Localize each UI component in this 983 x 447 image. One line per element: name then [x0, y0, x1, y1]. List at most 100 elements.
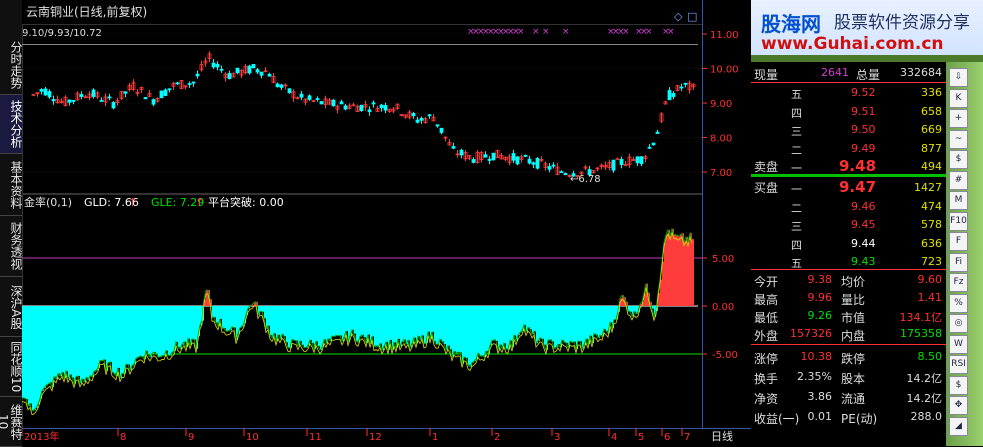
candle-down [563, 173, 568, 175]
toolbar-button-10[interactable]: Fi [949, 252, 968, 272]
toolbar-button-3[interactable]: + [949, 109, 968, 128]
indicator-bar-down [340, 306, 342, 336]
candle-down [227, 73, 232, 80]
indicator-bar-down [376, 306, 378, 346]
indicator-bar-down [98, 306, 100, 368]
indicator-bar-down [432, 306, 434, 332]
indicator-bar-up [672, 228, 674, 306]
toolbar-button-14[interactable]: W [949, 334, 968, 354]
candle-down [359, 104, 364, 111]
banner-strip [751, 55, 983, 62]
candle-down [43, 88, 48, 96]
indicator-bar-down [400, 306, 402, 346]
indicator-bar-down [332, 306, 334, 337]
banner-slogan: 股票软件资源分享 [834, 13, 970, 33]
indicator-bar-down [134, 306, 136, 365]
indicator-bar-down [496, 306, 498, 341]
candle-down [487, 158, 492, 161]
toolbar-button-13[interactable]: ◎ [949, 314, 968, 333]
indicator-bar-down [74, 306, 76, 384]
indicator-bar-down [372, 306, 374, 337]
toolbar-button-17[interactable]: ✥ [949, 396, 968, 415]
candle-down [367, 109, 372, 112]
indicator-bar-down [484, 306, 486, 357]
candle-down [419, 117, 424, 121]
candle-down [639, 156, 644, 165]
toolbar-button-8[interactable]: F10 [949, 211, 968, 231]
site-banner[interactable]: 股海网 股票软件资源分享 www.Guhai.com.cn [751, 0, 983, 62]
indicator-bar-down [88, 306, 90, 380]
x-axis-label: 9 [188, 432, 194, 443]
info-value: 2.35% [797, 370, 832, 383]
indicator-bar-up [668, 229, 670, 306]
info-row: 换手 2.35% 股本 14.2亿 [751, 368, 946, 386]
indicator-bar-up [670, 235, 672, 306]
stat-value: 9.60 [917, 273, 943, 286]
left-tab-7[interactable]: 维赛特10 [0, 398, 22, 447]
candle-down [379, 104, 384, 109]
indicator-bar-down [402, 306, 404, 342]
indicator-bar-down [306, 306, 308, 348]
left-tab-3[interactable]: 基本资料 [0, 155, 22, 216]
indicator-bar-down [478, 306, 480, 354]
left-tab-2[interactable]: 技术分析 [0, 95, 22, 154]
diamond-icon[interactable]: ◇ [674, 10, 683, 23]
candle-down [279, 84, 284, 88]
indicator-bar-down [594, 306, 596, 334]
maximize-icon[interactable]: □ [687, 10, 697, 23]
left-tab-6[interactable]: 同花顺10 [0, 338, 22, 397]
indicator-bar-down [148, 306, 150, 355]
price-axis-label: 9.00 [710, 99, 732, 110]
indicator-bar-down [146, 306, 148, 351]
sell-row: 一 9.48 494 [751, 157, 946, 175]
indicator-bar-down [456, 306, 458, 354]
toolbar-button-6[interactable]: # [949, 170, 968, 190]
toolbar-button-15[interactable]: RSI [949, 355, 968, 374]
toolbar-button-9[interactable]: F [949, 232, 968, 251]
indicator-bar-down [32, 306, 34, 411]
candle-down [47, 91, 52, 98]
toolbar-button-12[interactable]: % [949, 293, 968, 313]
info-label: 股本 [841, 372, 866, 386]
indicator-bar-down [450, 306, 452, 350]
chart-area[interactable]: 云南铜业(日线,前复权) 9.10/9.93/10.72 ◇ □ 11.0010… [22, 0, 751, 446]
toolbar-button-11[interactable]: Fz [949, 273, 968, 292]
indicator-bar-down [116, 306, 118, 376]
indicator-bar-down [574, 306, 576, 342]
toolbar-button-5[interactable]: $ [949, 150, 968, 169]
candle-down [619, 158, 624, 166]
price-axis-label: 8.00 [710, 134, 732, 145]
indicator-bar-down [462, 306, 464, 364]
indicator-bar-down [162, 306, 164, 356]
indicator-bar-down [534, 306, 536, 332]
spread-bar [751, 174, 946, 177]
x-axis-label: 4 [611, 432, 617, 443]
indicator-bar-down [406, 306, 408, 344]
indicator-bar-down [476, 306, 478, 360]
toolbar-button-2[interactable]: K [949, 88, 968, 108]
left-tab-1[interactable]: 分时走势 [0, 36, 22, 95]
indicator-bar-up [692, 239, 694, 306]
toolbar-button-16[interactable]: $ [949, 375, 968, 395]
toolbar-button-4[interactable]: ~ [949, 129, 968, 149]
indicator-axis-label: 5.00 [712, 254, 734, 265]
indicator-bar-down [154, 306, 156, 352]
left-tab-4[interactable]: 财务透视 [0, 216, 22, 277]
candle-down [371, 102, 376, 105]
indicator-bar-down [104, 306, 106, 360]
x-axis-label: 7 [684, 432, 690, 443]
toolbar-button-1[interactable]: ⇩ [949, 68, 968, 87]
indicator-bar-up [676, 234, 678, 306]
period-label[interactable]: 日线 [711, 429, 733, 443]
candle-down [535, 157, 540, 169]
indicator-bar-down [304, 306, 306, 348]
platform-break-value: 平台突破: 0.00 [208, 195, 284, 209]
toolbar-button-7[interactable]: M [949, 191, 968, 210]
indicator-bar-down [24, 306, 26, 399]
indicator-bar-down [458, 306, 460, 353]
indicator-bar-down [30, 306, 32, 404]
toolbar-button-18[interactable]: ◢ [949, 416, 968, 436]
info-row: 净资 3.86 流通 14.2亿 [751, 388, 946, 406]
buy-level: 一 [791, 183, 802, 196]
left-tab-5[interactable]: 深沪A股 [0, 278, 22, 337]
